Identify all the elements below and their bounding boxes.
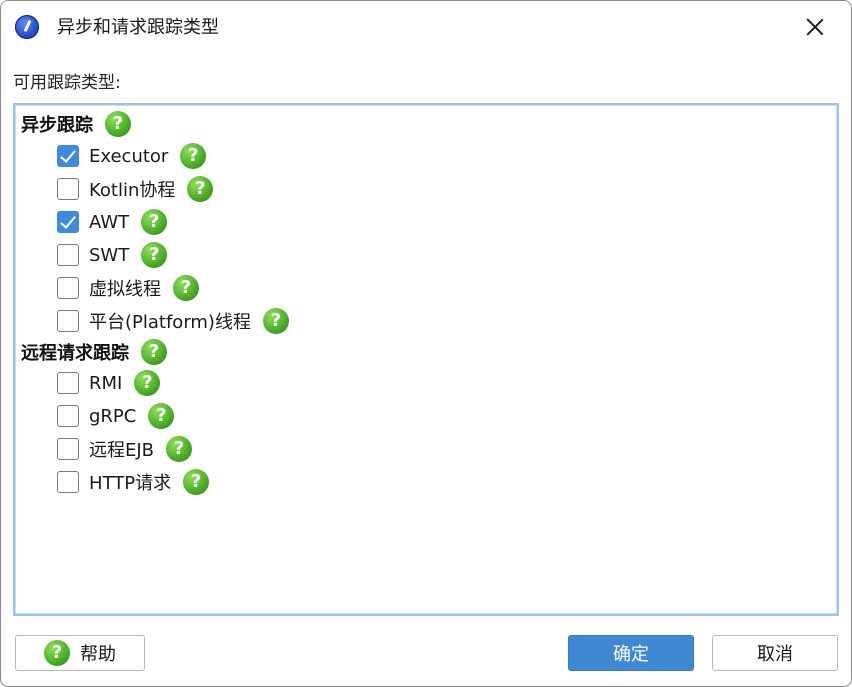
section-label: 可用跟踪类型: — [13, 73, 121, 93]
checkbox-remote-ejb[interactable] — [57, 438, 79, 460]
checkbox-kotlin[interactable] — [57, 178, 79, 200]
help-icon[interactable]: ? — [148, 403, 175, 429]
list-item-http-request[interactable]: HTTP请求 ? — [57, 467, 210, 497]
list-item-swt[interactable]: SWT ? — [57, 240, 168, 270]
help-icon[interactable]: ? — [173, 275, 199, 301]
item-label: RMI — [89, 372, 123, 394]
help-icon[interactable]: ? — [180, 143, 207, 169]
group-title-async: 异步跟踪 — [21, 115, 93, 136]
help-icon[interactable]: ? — [183, 469, 210, 495]
group-header-remote: 远程请求跟踪 ? — [21, 337, 167, 367]
help-icon[interactable]: ? — [141, 209, 168, 235]
checkbox-http-request[interactable] — [57, 471, 79, 493]
checkbox-platform-threads[interactable] — [57, 310, 79, 332]
checkbox-awt[interactable] — [57, 211, 79, 233]
help-icon[interactable]: ? — [105, 111, 131, 137]
help-icon: ? — [44, 640, 70, 666]
list-item-grpc[interactable]: gRPC ? — [57, 401, 175, 431]
checkbox-virtual-threads[interactable] — [57, 277, 79, 299]
ok-button[interactable]: 确定 — [568, 635, 694, 671]
ok-button-label: 确定 — [613, 644, 649, 665]
help-button-label: 帮助 — [80, 644, 116, 665]
window-title: 异步和请求跟踪类型 — [57, 17, 219, 38]
list-item-kotlin[interactable]: Kotlin协程 ? — [57, 174, 214, 204]
item-label: AWT — [89, 211, 130, 233]
list-item-remote-ejb[interactable]: 远程EJB ? — [57, 434, 193, 464]
help-button[interactable]: ? 帮助 — [15, 635, 145, 671]
help-icon[interactable]: ? — [141, 242, 168, 268]
item-label: HTTP请求 — [89, 473, 172, 494]
dialog-window: 异步和请求跟踪类型 可用跟踪类型: 异步跟踪 ? Executor ? Kotl… — [0, 0, 852, 687]
checkbox-rmi[interactable] — [57, 372, 79, 394]
item-label: 虚拟线程 — [89, 279, 161, 300]
checkbox-grpc[interactable] — [57, 405, 79, 427]
item-label: Kotlin协程 — [89, 180, 176, 201]
list-item-awt[interactable]: AWT ? — [57, 207, 168, 237]
checkbox-executor[interactable] — [57, 145, 79, 167]
group-header-async: 异步跟踪 ? — [21, 109, 131, 139]
item-label: SWT — [89, 244, 130, 266]
list-item-platform-threads[interactable]: 平台(Platform)线程 ? — [57, 306, 289, 336]
help-icon[interactable]: ? — [141, 339, 167, 365]
checkbox-swt[interactable] — [57, 244, 79, 266]
help-icon[interactable]: ? — [262, 308, 289, 334]
item-label: gRPC — [89, 405, 137, 427]
tracking-types-list: 异步跟踪 ? Executor ? Kotlin协程 ? AWT ? SWT ?… — [13, 103, 839, 616]
list-item-virtual-threads[interactable]: 虚拟线程 ? — [57, 273, 199, 303]
item-label: 平台(Platform)线程 — [89, 312, 251, 333]
cancel-button[interactable]: 取消 — [712, 635, 838, 671]
help-icon[interactable]: ? — [166, 436, 193, 462]
list-item-executor[interactable]: Executor ? — [57, 141, 207, 171]
item-label: 远程EJB — [89, 440, 155, 461]
app-logo-icon — [15, 15, 39, 39]
list-item-rmi[interactable]: RMI ? — [57, 368, 161, 398]
item-label: Executor — [89, 145, 169, 167]
group-title-remote: 远程请求跟踪 — [21, 343, 129, 364]
title-bar: 异步和请求跟踪类型 — [1, 1, 851, 55]
help-icon[interactable]: ? — [187, 176, 214, 202]
cancel-button-label: 取消 — [757, 644, 793, 665]
help-icon[interactable]: ? — [134, 370, 161, 396]
close-icon[interactable] — [803, 15, 827, 39]
